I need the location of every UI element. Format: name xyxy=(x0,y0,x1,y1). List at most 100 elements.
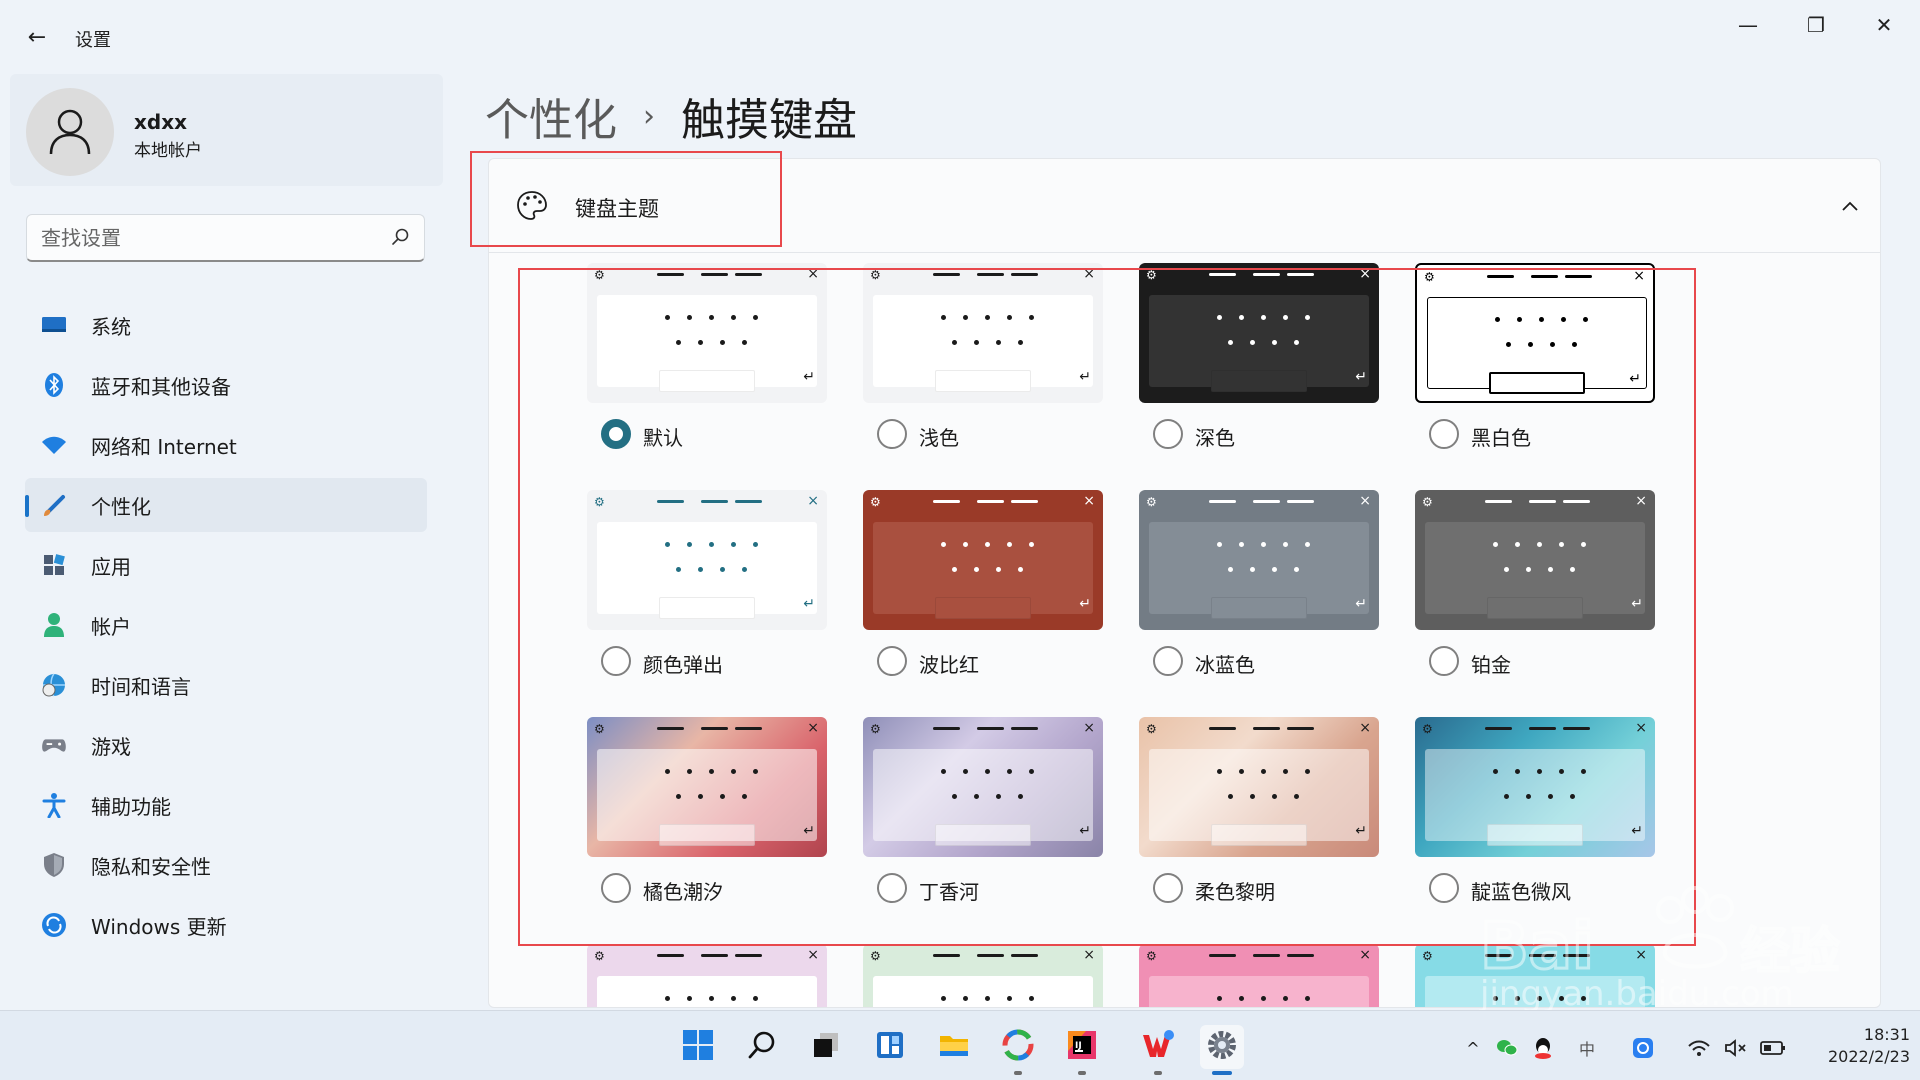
sidebar-item-label: Windows 更新 xyxy=(91,914,227,939)
maximize-button[interactable]: ❐ xyxy=(1788,10,1844,40)
taskbar-windows-start-button[interactable] xyxy=(676,1025,720,1069)
taskbar: ^ 中 18:31 2022/2/23 IJ xyxy=(0,1010,1920,1080)
tencent-meeting-icon[interactable] xyxy=(1630,1035,1656,1061)
gamepad-icon xyxy=(41,732,67,758)
running-indicator xyxy=(1078,1071,1086,1075)
key-dot xyxy=(665,996,670,1001)
key-dash xyxy=(977,954,1004,957)
chevron-right-icon: › xyxy=(643,98,655,134)
sidebar-item-label: 辅助功能 xyxy=(91,794,171,819)
sidebar-item-bluetooth[interactable]: 蓝牙和其他设备 xyxy=(25,358,427,412)
keyboard-preview[interactable]: ⚙ × ↵ xyxy=(587,944,827,1007)
key-dash xyxy=(1209,954,1236,957)
taskbar-file-explorer-button[interactable] xyxy=(932,1025,976,1069)
taskbar-search-button[interactable] xyxy=(740,1025,784,1069)
sidebar-item-label: 蓝牙和其他设备 xyxy=(91,374,231,399)
search-box[interactable] xyxy=(26,214,425,262)
key-dot xyxy=(1007,996,1012,1001)
user-name: xdxx xyxy=(134,110,188,134)
sidebar-item-label: 帐户 xyxy=(91,614,131,639)
key-dot xyxy=(1217,996,1222,1001)
highlight-annotation-header xyxy=(470,151,782,247)
key-dot xyxy=(709,996,714,1001)
taskbar-wps-office-button[interactable] xyxy=(1136,1025,1180,1075)
globe-clock-icon xyxy=(41,672,67,698)
accessibility-icon xyxy=(41,792,67,818)
search-input[interactable] xyxy=(41,215,381,261)
sidebar-item-accessibility[interactable]: 辅助功能 xyxy=(25,778,427,832)
sidebar-item-label: 网络和 Internet xyxy=(91,434,237,459)
close-icon: × xyxy=(1083,947,1095,963)
clock-date: 2022/2/23 xyxy=(1827,1047,1910,1066)
chevron-up-icon[interactable]: ^ xyxy=(1460,1035,1486,1061)
sidebar-item-brush[interactable]: 个性化 xyxy=(25,478,427,532)
sidebar-item-update[interactable]: Windows 更新 xyxy=(25,898,427,952)
close-icon: × xyxy=(1359,947,1371,963)
close-icon: × xyxy=(807,947,819,963)
sidebar-item-wifi[interactable]: 网络和 Internet xyxy=(25,418,427,472)
settings-gear-icon xyxy=(1205,1028,1239,1066)
sidebar-item-account[interactable]: 帐户 xyxy=(25,598,427,652)
update-icon xyxy=(41,912,67,938)
close-button[interactable]: ✕ xyxy=(1856,10,1912,40)
keyboard-preview[interactable]: ⚙ × ↵ xyxy=(1139,944,1379,1007)
taskbar-jetbrains-intellij-button[interactable]: IJ xyxy=(1060,1025,1104,1075)
taskbar-widgets-button[interactable] xyxy=(868,1025,912,1069)
user-card[interactable]: xdxx 本地帐户 xyxy=(10,74,443,186)
battery-icon[interactable] xyxy=(1760,1035,1786,1061)
breadcrumb-parent[interactable]: 个性化 xyxy=(485,84,617,148)
svg-text:经验: 经验 xyxy=(1740,922,1840,980)
bluetooth-icon xyxy=(41,372,67,398)
theme-option[interactable]: ⚙ × ↵ xyxy=(587,944,827,1007)
key-dot xyxy=(1239,996,1244,1001)
svg-text:IJ: IJ xyxy=(1075,1041,1082,1051)
svg-text:jingyan.baidu.com: jingyan.baidu.com xyxy=(1479,974,1794,1010)
search-icon xyxy=(746,1029,778,1065)
sidebar-item-label: 系统 xyxy=(91,314,131,339)
qq-icon[interactable] xyxy=(1530,1035,1556,1061)
wifi-icon[interactable] xyxy=(1686,1035,1712,1061)
taskbar-clock[interactable]: 18:31 2022/2/23 xyxy=(1800,1024,1910,1068)
sidebar-item-shield[interactable]: 隐私和安全性 xyxy=(25,838,427,892)
theme-option[interactable]: ⚙ × ↵ xyxy=(863,944,1103,1007)
shield-icon xyxy=(41,852,67,878)
taskbar-settings-gear-button[interactable] xyxy=(1200,1025,1244,1075)
key-dot xyxy=(963,996,968,1001)
key-dash xyxy=(735,954,762,957)
theme-option[interactable]: ⚙ × ↵ xyxy=(1139,944,1379,1007)
sidebar-item-globe-clock[interactable]: 时间和语言 xyxy=(25,658,427,712)
sidebar-item-system[interactable]: 系统 xyxy=(25,298,427,352)
keyboard-preview[interactable]: ⚙ × ↵ xyxy=(863,944,1103,1007)
nav-list: 系统 蓝牙和其他设备 网络和 Internet 个性化 应用 帐户 时间和语言 … xyxy=(25,298,427,958)
taskbar-photos-app-button[interactable] xyxy=(996,1025,1040,1075)
key-dash xyxy=(1011,954,1038,957)
keyboard-panel xyxy=(597,976,817,1007)
keyboard-panel xyxy=(1149,976,1369,1007)
ime-indicator[interactable]: 中 xyxy=(1574,1035,1600,1061)
task-view-icon xyxy=(810,1029,842,1065)
wechat-icon[interactable] xyxy=(1494,1035,1520,1061)
clock-time: 18:31 xyxy=(1863,1025,1910,1044)
minimize-button[interactable]: — xyxy=(1720,10,1776,40)
back-button[interactable]: ← xyxy=(22,22,52,52)
key-dot xyxy=(1261,996,1266,1001)
search-icon[interactable] xyxy=(390,227,410,247)
gear-icon: ⚙ xyxy=(594,949,605,963)
system-icon xyxy=(41,312,67,338)
sidebar-item-gamepad[interactable]: 游戏 xyxy=(25,718,427,772)
key-dot xyxy=(1029,996,1034,1001)
gear-icon: ⚙ xyxy=(1422,949,1433,963)
chevron-up-icon[interactable] xyxy=(1839,195,1861,217)
wps-office-icon xyxy=(1141,1029,1175,1065)
file-explorer-icon xyxy=(938,1029,970,1065)
key-dash xyxy=(701,954,728,957)
sidebar-item-apps[interactable]: 应用 xyxy=(25,538,427,592)
volume-muted-icon[interactable] xyxy=(1722,1035,1748,1061)
page-title: 触摸键盘 xyxy=(681,95,857,146)
gear-icon: ⚙ xyxy=(1146,949,1157,963)
taskbar-task-view-button[interactable] xyxy=(804,1025,848,1069)
apps-icon xyxy=(41,552,67,578)
keyboard-panel xyxy=(873,976,1093,1007)
running-indicator xyxy=(1212,1071,1232,1075)
key-dash xyxy=(1253,954,1280,957)
